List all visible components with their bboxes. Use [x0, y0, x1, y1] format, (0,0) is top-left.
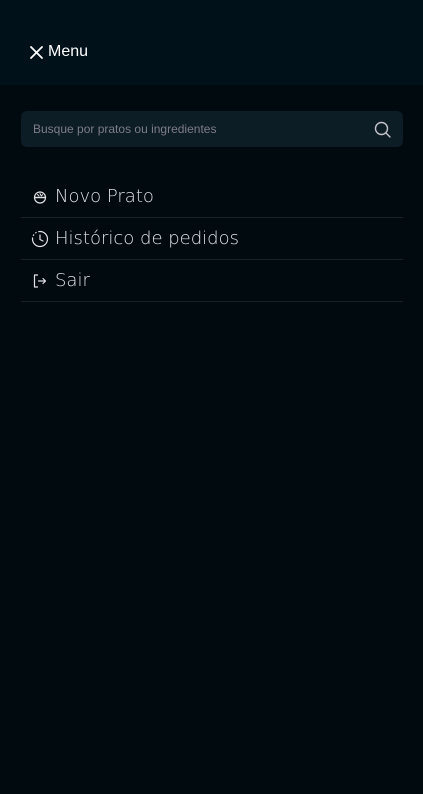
close-icon [29, 45, 44, 60]
sign-out-icon [31, 272, 49, 290]
search-input[interactable] [33, 122, 373, 136]
menu-item-new-dish[interactable]: Novo Prato [21, 176, 403, 218]
menu-item-label: Histórico de pedidos [55, 228, 239, 249]
close-menu-button[interactable]: Menu [29, 41, 88, 63]
menu-item-label: Novo Prato [55, 186, 154, 207]
search-bar[interactable] [21, 111, 403, 147]
clock-icon [31, 230, 49, 248]
menu-item-sign-out[interactable]: Sair [21, 260, 403, 302]
search-icon[interactable] [373, 120, 391, 138]
dish-icon [31, 188, 49, 206]
menu-list: Novo Prato Histórico de pedidos Sair [21, 176, 403, 302]
menu-item-order-history[interactable]: Histórico de pedidos [21, 218, 403, 260]
menu-item-label: Sair [55, 270, 90, 291]
app-header: Menu [0, 0, 423, 85]
menu-title: Menu [48, 43, 89, 60]
